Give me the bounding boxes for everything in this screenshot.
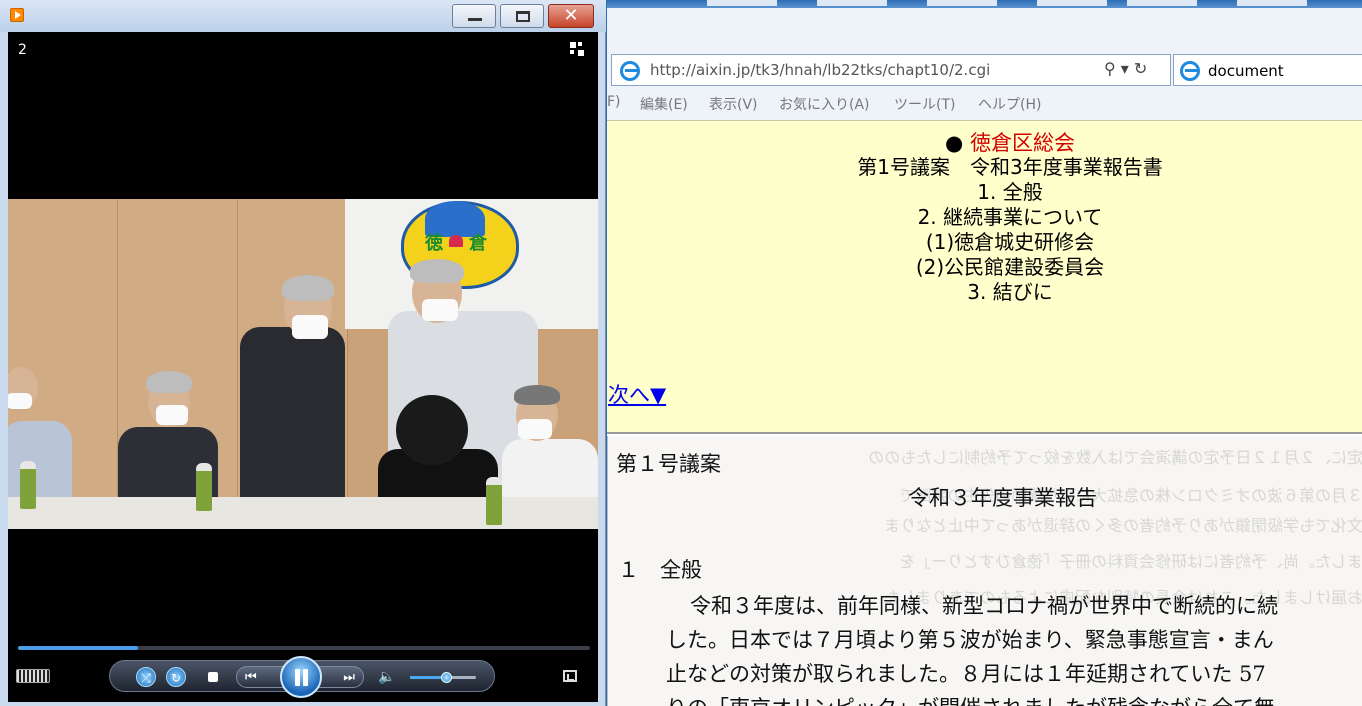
menu-help[interactable]: ヘルプ(H)	[978, 94, 1041, 114]
bottle	[196, 463, 212, 511]
switch-to-library-icon[interactable]	[570, 42, 588, 58]
face-mask	[518, 419, 552, 439]
agenda-item: 第1号議案 令和3年度事業報告書	[857, 155, 1163, 179]
document-paragraph: 止などの対策が取られました。８月には１年延期されていた 57	[666, 662, 1266, 686]
menu-file[interactable]: F)	[607, 94, 621, 110]
player-titlebar[interactable]: ✕	[0, 0, 606, 32]
document-scan-frame: 定に、２月１２日予定の講演会では入数を絞って予約制にしたものの ３月の第６波のオ…	[607, 436, 1362, 706]
navigation-frame: ● 徳倉区総会 第1号議案 令和3年度事業報告書 1. 全般 2. 継続事業につ…	[607, 120, 1362, 434]
playback-controls: ⤮ ↻ ⏮ ⏭ 🔈	[109, 656, 495, 698]
menu-favorites[interactable]: お気に入り(A)	[779, 94, 870, 114]
table	[8, 497, 598, 529]
show-through-text: 定に、２月１２日予定の講演会では入数を絞って予約制にしたものの	[868, 448, 1362, 467]
bottle	[486, 477, 502, 525]
person-body	[240, 327, 345, 517]
document-section: １ 全般	[618, 558, 702, 582]
logo-glyph: 徳	[425, 233, 443, 254]
bullet-icon: ●	[944, 131, 964, 155]
menu-bar: F) 編集(E) 表示(V) お気に入り(A) ツール(T) ヘルプ(H)	[607, 92, 1362, 114]
document-subtitle: 令和３年度事業報告	[908, 486, 1097, 510]
document-paragraph: りの「東京オリンピック」が開催されましたが残念ながら全て無	[666, 692, 1275, 706]
close-icon: ✕	[563, 5, 579, 26]
maximize-icon	[516, 11, 530, 22]
volume-knob[interactable]	[441, 672, 453, 683]
video-frame: 徳 倉	[8, 199, 598, 529]
video-area[interactable]: 2 徳 倉 ⤮ ↻ ⏮ ⏭ 🔈	[8, 32, 598, 702]
menu-edit[interactable]: 編集(E)	[640, 94, 688, 114]
agenda-item: (2)公民館建設委員会	[915, 255, 1105, 279]
person-hair	[514, 385, 560, 405]
volume-icon[interactable]: 🔈	[378, 669, 395, 685]
shuffle-button[interactable]: ⤮	[136, 667, 156, 687]
repeat-button[interactable]: ↻	[166, 667, 186, 687]
seek-bar[interactable]	[18, 646, 590, 650]
browser-window: http://aixin.jp/tk3/hnah/lb22tks/chapt10…	[607, 0, 1362, 706]
face-mask	[422, 299, 458, 321]
video-counter: 2	[18, 42, 27, 58]
seek-bar-progress	[18, 646, 139, 650]
address-url[interactable]: http://aixin.jp/tk3/hnah/lb22tks/chapt10…	[650, 61, 990, 79]
media-player-window: ✕ 2 徳 倉 ⤮ ↻ ⏮ ⏭ 🔈	[0, 0, 606, 706]
bottle	[20, 461, 36, 509]
next-button[interactable]: ⏭	[343, 667, 355, 689]
menu-tools[interactable]: ツール(T)	[894, 94, 955, 114]
person-hair	[282, 275, 334, 301]
ie-icon	[1180, 61, 1200, 81]
volume-slider[interactable]	[410, 672, 476, 683]
ie-icon	[620, 61, 640, 81]
close-button[interactable]: ✕	[548, 4, 594, 28]
address-actions[interactable]: ⚲ ▾ ↻	[1104, 59, 1147, 78]
heart-icon	[449, 235, 463, 247]
document-paragraph: 令和３年度は、前年同様、新型コロナ禍が世界中で断続的に続	[690, 594, 1278, 618]
person-hair	[146, 371, 192, 393]
previous-button[interactable]: ⏮	[245, 667, 257, 689]
switch-to-now-playing-icon[interactable]	[563, 670, 577, 682]
person-hair	[410, 259, 464, 283]
agenda-item: (1)徳倉城史研修会	[925, 230, 1095, 254]
stop-button[interactable]	[208, 672, 218, 682]
page-title: ● 徳倉区総会	[607, 127, 1362, 157]
agenda-item: 3. 結びに	[967, 280, 1053, 304]
agenda-item: 1. 全般	[977, 180, 1043, 204]
minimize-icon	[468, 18, 482, 21]
document-paragraph: した。日本では７月頃より第５波が始まり、緊急事態宣言・まん	[666, 628, 1274, 652]
visualization-icon[interactable]	[16, 669, 50, 683]
pause-button[interactable]	[280, 656, 322, 698]
address-bar[interactable]: http://aixin.jp/tk3/hnah/lb22tks/chapt10…	[611, 54, 1171, 86]
tab-title: document	[1208, 62, 1284, 80]
tab-document[interactable]: document	[1173, 54, 1362, 86]
next-link[interactable]: 次へ▼	[608, 379, 666, 409]
document-heading: 第１号議案	[616, 452, 721, 476]
taskbar-strip	[607, 0, 1362, 8]
minimize-button[interactable]	[452, 4, 496, 28]
browser-chrome: http://aixin.jp/tk3/hnah/lb22tks/chapt10…	[607, 0, 1362, 120]
page-title-text: 徳倉区総会	[970, 131, 1075, 155]
show-through-text: 文化でも学級閉鎖があり予約者の多くの辞退があって中止となりま	[884, 516, 1362, 535]
logo-glyph: 倉	[469, 233, 487, 254]
face-mask	[292, 315, 328, 339]
show-through-text: ました。尚、予約者には研修会資料の冊子「徳倉ひすとりー」を	[898, 552, 1362, 571]
face-mask	[156, 405, 188, 425]
face-mask	[8, 393, 32, 409]
maximize-button[interactable]	[500, 4, 544, 28]
media-player-app-icon	[10, 8, 24, 22]
menu-view[interactable]: 表示(V)	[709, 94, 758, 114]
person-head	[396, 395, 468, 465]
logo-banner: 徳 倉	[345, 199, 598, 329]
agenda-item: 2. 継続事業について	[917, 205, 1103, 229]
